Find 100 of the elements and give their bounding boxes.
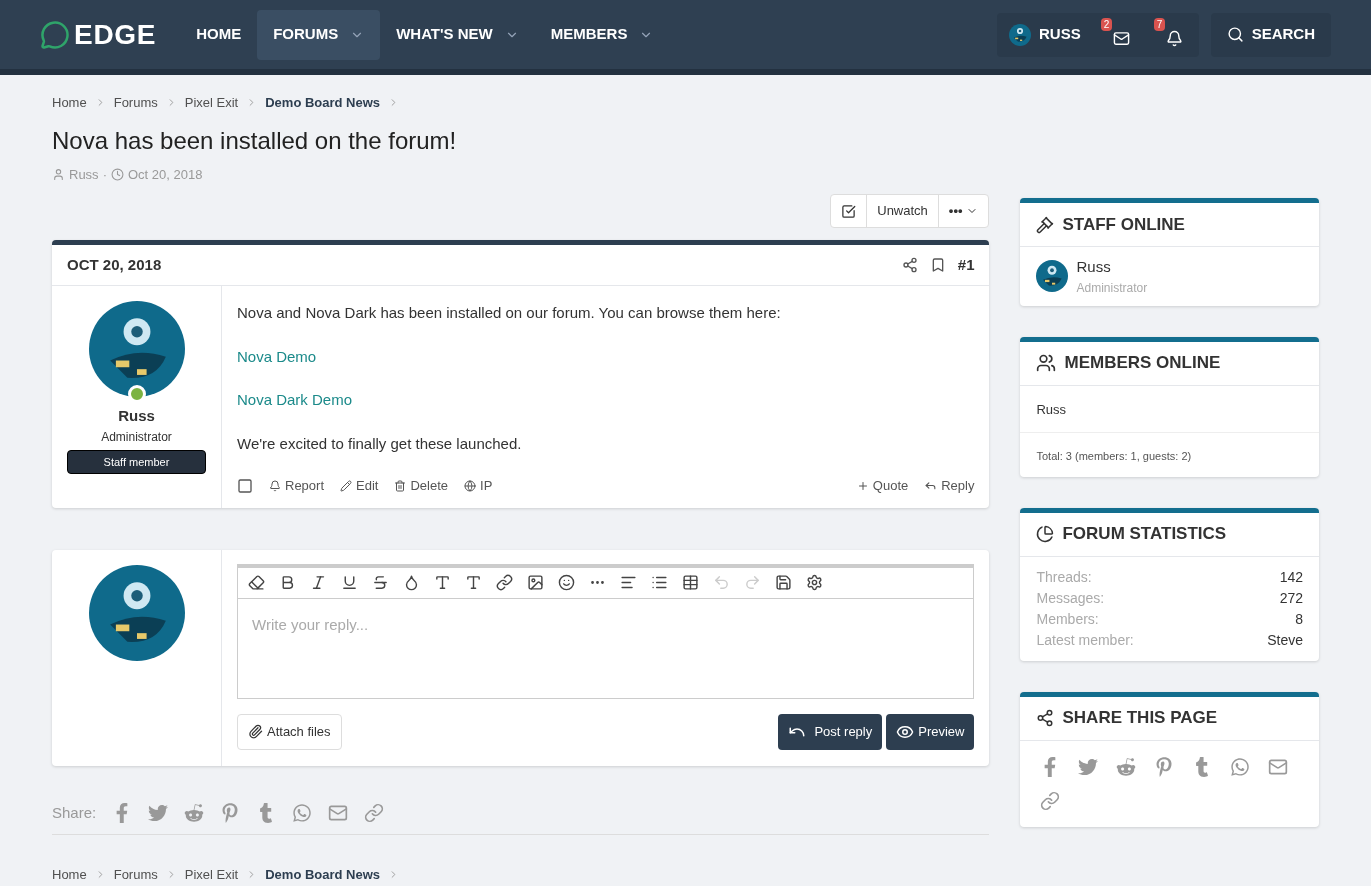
online-total: Total: 3 (members: 1, guests: 2) xyxy=(1036,449,1192,462)
breadcrumb-link[interactable]: Pixel Exit xyxy=(184,93,239,113)
preview-button[interactable]: Preview xyxy=(886,713,975,750)
stat-value: Steve xyxy=(1267,630,1303,650)
breadcrumb-link[interactable]: Pixel Exit xyxy=(184,865,239,885)
reddit-icon[interactable] xyxy=(184,802,205,823)
reply-field[interactable]: Write your reply... xyxy=(237,597,975,699)
whatsapp-icon[interactable] xyxy=(292,802,313,823)
post-text: We're excited to finally get these launched. xyxy=(237,433,523,454)
gavel-icon xyxy=(1036,215,1055,234)
post-reply-button[interactable]: Post reply xyxy=(778,713,883,750)
breadcrumb-link[interactable]: Demo Board News xyxy=(265,865,381,885)
search-button[interactable]: SEARCH xyxy=(1210,12,1331,57)
post-number-link[interactable]: #1 xyxy=(957,253,975,277)
toolbar-icon[interactable] xyxy=(651,574,668,591)
stat-label: Latest member: xyxy=(1036,630,1134,650)
nav-tab[interactable]: WHAT'S NEW xyxy=(380,9,535,60)
toolbar-icon[interactable] xyxy=(341,574,358,591)
trash-icon xyxy=(394,479,407,492)
avatar xyxy=(1008,23,1031,46)
search-icon xyxy=(1226,26,1244,43)
users-icon xyxy=(1036,353,1057,373)
checkbox-icon xyxy=(841,203,857,219)
nav-tab[interactable]: HOME xyxy=(180,9,258,60)
member-link[interactable]: Russ xyxy=(1036,401,1067,417)
stat-label: Threads: xyxy=(1036,567,1092,587)
link-icon[interactable] xyxy=(1040,790,1061,811)
site-logo[interactable]: EDGE xyxy=(74,13,157,56)
separator-dot: · xyxy=(102,165,107,184)
stat-label: Members: xyxy=(1036,609,1099,629)
twitter-icon[interactable] xyxy=(148,802,169,823)
toolbar-icon[interactable] xyxy=(310,574,327,591)
toolbar-icon[interactable] xyxy=(403,574,420,591)
chat-bubbles-icon xyxy=(40,19,70,50)
toolbar-icon[interactable] xyxy=(775,574,792,591)
more-options-button[interactable]: ••• xyxy=(938,195,989,227)
select-checkbox[interactable] xyxy=(237,477,253,494)
nav-tab[interactable]: MEMBERS xyxy=(534,9,670,60)
inbox-button[interactable]: 2 xyxy=(1100,18,1134,51)
bell-icon xyxy=(269,479,281,492)
stat-value: 8 xyxy=(1295,609,1303,629)
breadcrumb-link[interactable]: Forums xyxy=(113,93,158,113)
toolbar-icon[interactable] xyxy=(248,574,265,591)
post-date: OCT 20, 2018 xyxy=(67,254,162,275)
pencil-icon xyxy=(340,479,353,492)
toolbar-icon[interactable] xyxy=(558,574,575,591)
breadcrumb-link[interactable]: Demo Board News xyxy=(265,93,381,113)
reddit-icon[interactable] xyxy=(1116,756,1137,777)
globe-icon xyxy=(464,479,476,492)
toolbar-icon[interactable] xyxy=(527,574,544,591)
widget-title: SHARE THIS PAGE xyxy=(1062,707,1218,730)
toolbar-icon[interactable] xyxy=(372,574,389,591)
stat-value: 142 xyxy=(1279,567,1303,587)
post-action-link[interactable]: IP xyxy=(464,476,493,496)
post-link[interactable]: Nova Dark Demo xyxy=(237,389,353,412)
bell-icon xyxy=(1165,30,1183,47)
toolbar-icon[interactable] xyxy=(682,574,699,591)
count-badge: 7 xyxy=(1153,18,1166,31)
alerts-button[interactable]: 7 xyxy=(1153,18,1187,51)
toolbar-icon[interactable] xyxy=(496,574,513,591)
mail-icon xyxy=(1112,30,1130,47)
staff-banner: Staff member xyxy=(67,449,206,474)
post-action-link[interactable]: Edit xyxy=(340,476,379,496)
nav-tab[interactable]: FORUMS xyxy=(257,9,381,60)
toolbar-icon[interactable] xyxy=(465,574,482,591)
link-icon[interactable] xyxy=(364,802,385,823)
user-name[interactable]: Russ xyxy=(118,405,155,428)
user-icon xyxy=(52,167,65,181)
paperclip-icon xyxy=(248,724,263,739)
staff-name[interactable]: Russ xyxy=(1076,256,1148,279)
count-badge: 2 xyxy=(1100,18,1113,31)
breadcrumb-link[interactable]: Home xyxy=(52,865,87,885)
post-link[interactable]: Nova Demo xyxy=(237,345,317,368)
widget-title: FORUM STATISTICS xyxy=(1062,523,1227,546)
pie-chart-icon xyxy=(1036,525,1055,543)
toolbar-icon[interactable] xyxy=(806,574,823,591)
post-text: Nova and Nova Dark has been installed on our forum. You can browse them here: xyxy=(237,303,782,323)
thread-title: Nova has been installed on the forum! xyxy=(52,125,458,156)
account-link[interactable]: RUSS xyxy=(1008,23,1081,46)
plus-icon xyxy=(856,479,869,492)
attach-files-button[interactable]: Attach files xyxy=(237,713,342,750)
stat-label: Messages: xyxy=(1036,588,1105,608)
reply-link[interactable]: Reply xyxy=(924,476,975,496)
unwatch-button[interactable]: Unwatch xyxy=(867,195,939,227)
stat-value: 272 xyxy=(1279,588,1303,608)
post-action-link[interactable]: Delete xyxy=(394,476,448,496)
whatsapp-icon[interactable] xyxy=(1230,756,1251,777)
thread-date: Oct 20, 2018 xyxy=(127,165,203,184)
avatar xyxy=(1036,260,1069,293)
toolbar-icon[interactable] xyxy=(620,574,637,591)
toolbar-icon[interactable] xyxy=(434,574,451,591)
widget-title: MEMBERS ONLINE xyxy=(1064,352,1221,375)
quote-link[interactable]: Quote xyxy=(856,476,909,496)
breadcrumb-link[interactable]: Home xyxy=(52,93,87,113)
twitter-icon[interactable] xyxy=(1078,756,1099,777)
clock-icon xyxy=(110,167,124,181)
widget-title: STAFF ONLINE xyxy=(1062,213,1185,236)
breadcrumb-link[interactable]: Forums xyxy=(113,865,158,885)
post-action-link[interactable]: Report xyxy=(269,476,325,496)
share-icon[interactable] xyxy=(901,257,918,273)
